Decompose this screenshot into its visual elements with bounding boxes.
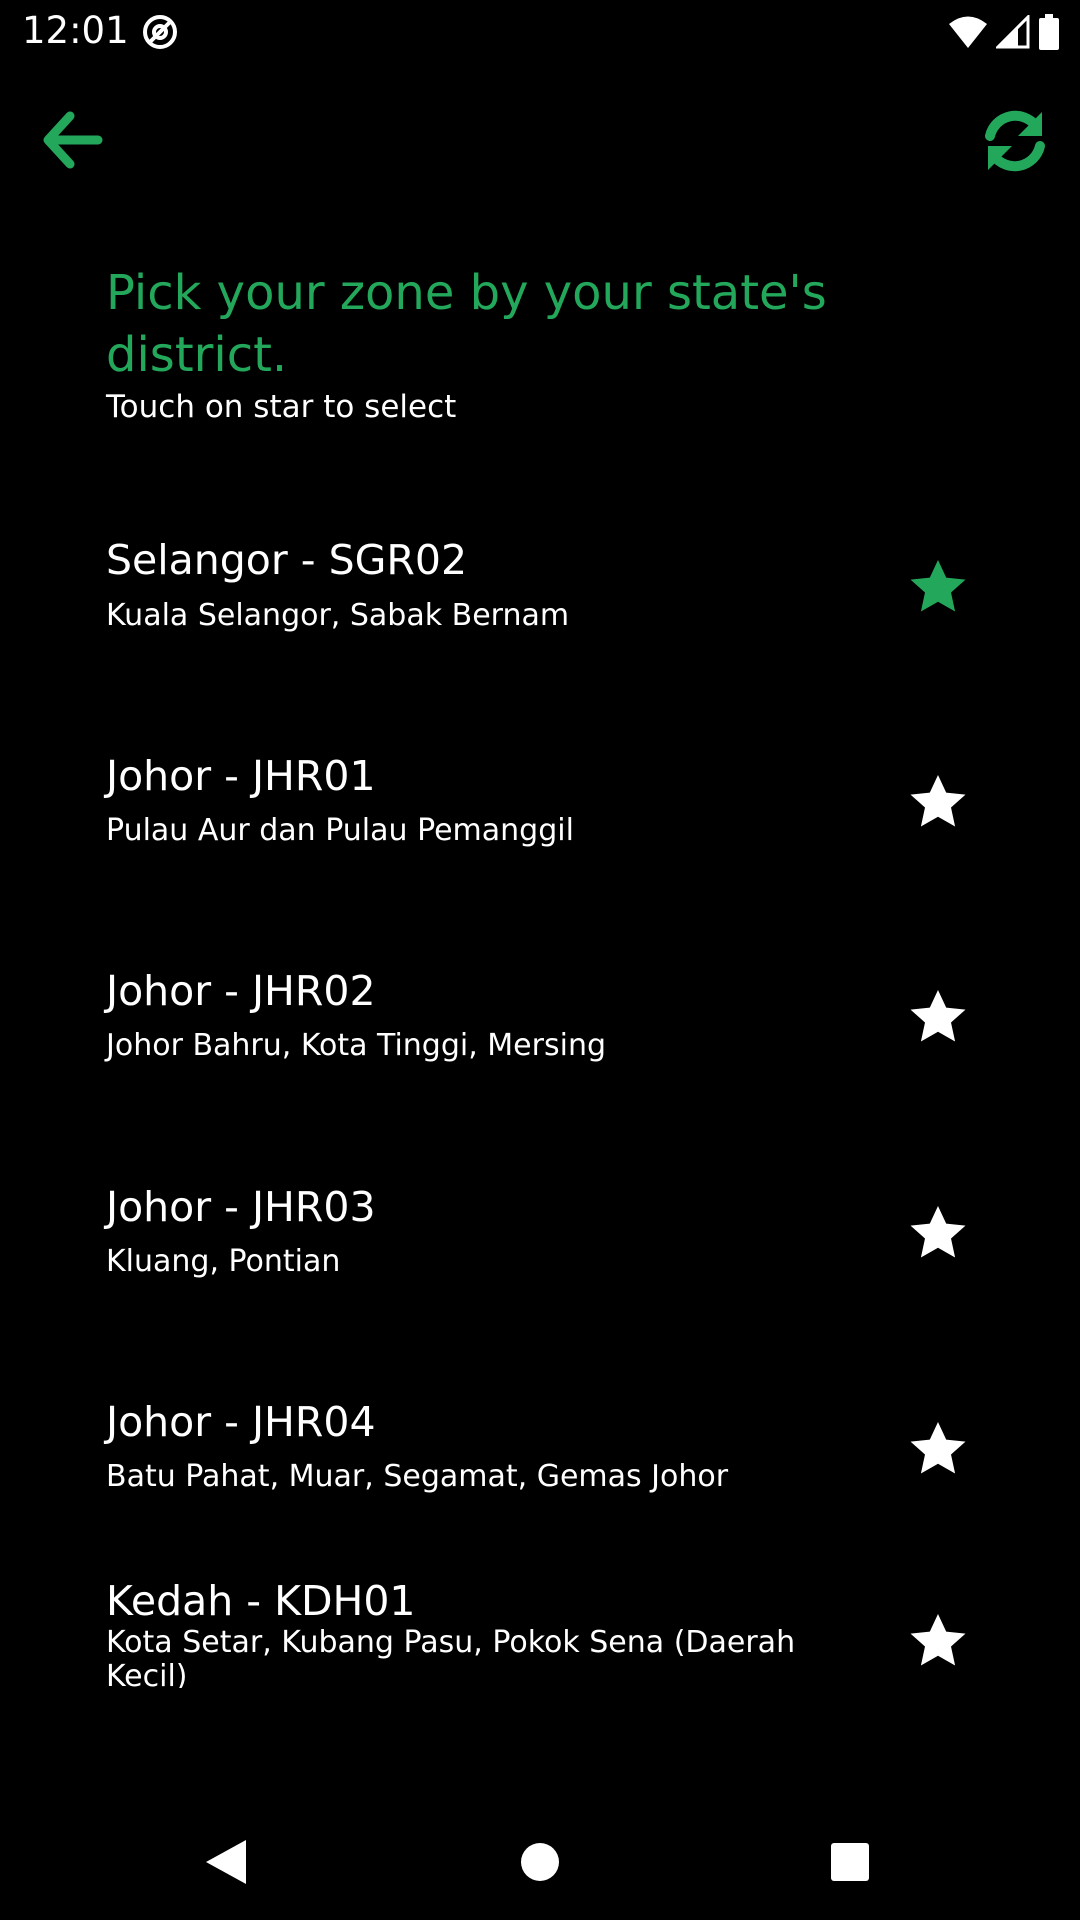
zone-districts: Kluang, Pontian (106, 1244, 341, 1279)
wifi-icon (949, 16, 987, 48)
zone-districts: Kuala Selangor, Sabak Bernam (106, 598, 570, 633)
zone-title: Johor - JHR01 (106, 752, 376, 800)
star-filled-icon (910, 560, 966, 612)
zone-districts: Batu Pahat, Muar, Segamat, Gemas Johor (106, 1459, 729, 1494)
refresh-button[interactable] (980, 106, 1050, 176)
star-icon (910, 1614, 966, 1666)
nav-home-button[interactable] (510, 1832, 570, 1892)
status-bar: 12:01 (0, 0, 1080, 63)
signal-icon (996, 15, 1030, 49)
star-button[interactable] (906, 1610, 970, 1674)
zone-title: Selangor - SGR02 (106, 536, 468, 584)
star-icon (910, 990, 966, 1042)
zone-title: Johor - JHR04 (106, 1398, 376, 1446)
zone-districts-clip: Kota Setar, Kubang Pasu, Pokok Sena (Dae… (106, 1620, 826, 1689)
status-time: 12:01 (22, 9, 129, 52)
zone-districts: Kota Setar, Kubang Pasu, Pokok Sena (Dae… (106, 1625, 796, 1689)
refresh-icon (985, 110, 1045, 172)
back-button[interactable] (40, 108, 104, 172)
nav-home-icon (521, 1843, 559, 1881)
system-nav-bar (0, 1800, 1080, 1920)
page-title: Pick your zone by your state's district. (106, 265, 827, 383)
nav-recents-button[interactable] (820, 1832, 880, 1892)
arrow-left-icon (43, 111, 103, 169)
at-sign-icon (140, 12, 180, 52)
zone-districts: Johor Bahru, Kota Tinggi, Mersing (106, 1028, 606, 1063)
star-button[interactable] (906, 1202, 970, 1266)
star-icon (910, 1206, 966, 1258)
star-button[interactable] (906, 1418, 970, 1482)
zone-districts: Pulau Aur dan Pulau Pemanggil (106, 813, 574, 848)
nav-recents-icon (831, 1843, 869, 1881)
zone-picker-screen: 12:01 Pick your zone by your state's dis… (0, 0, 1080, 1920)
star-button[interactable] (906, 986, 970, 1050)
zone-title: Johor - JHR03 (106, 1183, 376, 1231)
star-icon (910, 1422, 966, 1474)
status-icons (948, 12, 1060, 52)
battery-icon (1039, 14, 1059, 50)
nav-back-button[interactable] (196, 1832, 256, 1892)
star-icon (910, 775, 966, 827)
zone-title: Johor - JHR02 (106, 967, 376, 1015)
star-button-selected[interactable] (906, 556, 970, 620)
page-subtitle: Touch on star to select (106, 389, 457, 425)
nav-back-icon (206, 1840, 246, 1884)
star-button[interactable] (906, 771, 970, 835)
